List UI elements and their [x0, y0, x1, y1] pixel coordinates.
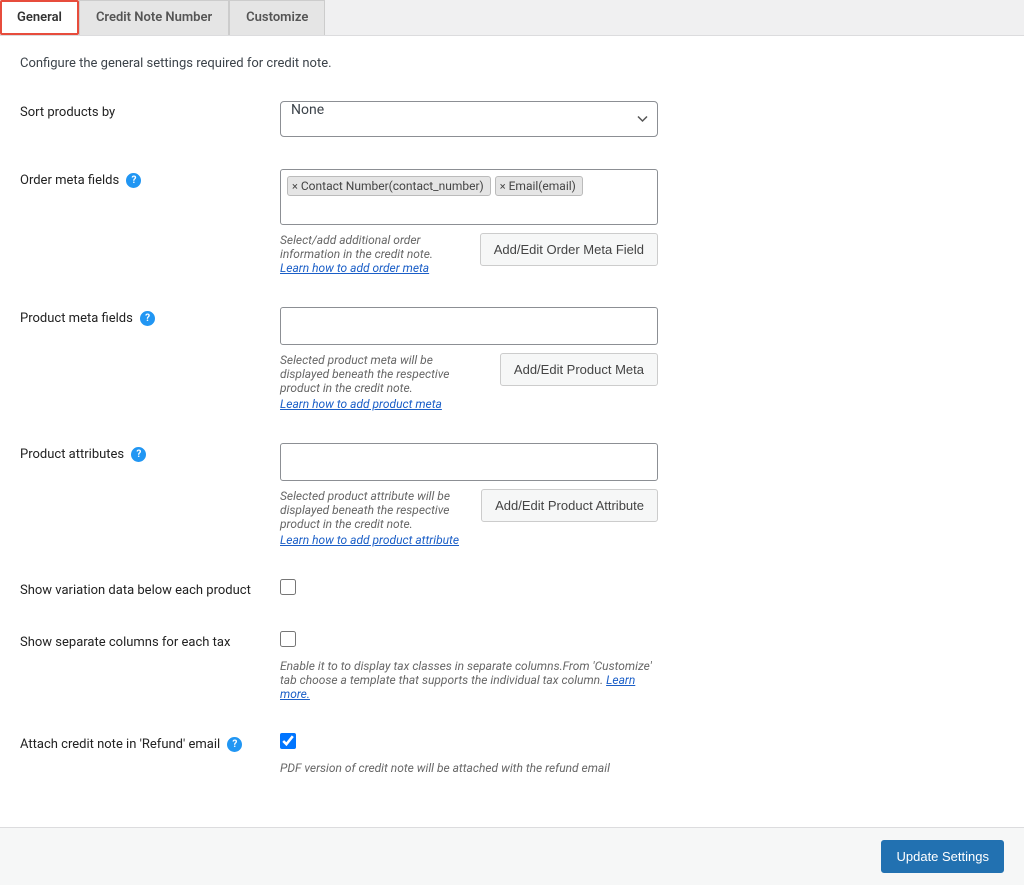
label-order-meta: Order meta fields	[20, 173, 119, 188]
btn-update-settings[interactable]: Update Settings	[881, 840, 1004, 873]
field-product-meta: Product meta fields ? Selected product m…	[20, 307, 1004, 411]
field-tax-columns: Show separate columns for each tax Enabl…	[20, 631, 1004, 701]
label-tax-columns: Show separate columns for each tax	[20, 631, 280, 650]
label-sort-products: Sort products by	[20, 101, 280, 120]
tab-customize[interactable]: Customize	[229, 0, 325, 35]
field-attach-refund: Attach credit note in 'Refund' email ? P…	[20, 733, 1004, 775]
help-icon[interactable]: ?	[227, 737, 242, 752]
tab-general[interactable]: General	[0, 0, 79, 35]
general-panel: Configure the general settings required …	[0, 36, 1024, 827]
btn-add-product-meta[interactable]: Add/Edit Product Meta	[500, 353, 658, 386]
product-attr-tagbox[interactable]	[280, 443, 658, 481]
hint-attach-refund: PDF version of credit note will be attac…	[280, 761, 660, 775]
help-icon[interactable]: ?	[131, 447, 146, 462]
tag-chip: × Contact Number(contact_number)	[287, 176, 491, 196]
chip-label: Email(email)	[509, 179, 576, 193]
field-sort-products: Sort products by None	[20, 101, 1004, 137]
hint-product-attr: Selected product attribute will be displ…	[280, 489, 450, 531]
checkbox-variation-data[interactable]	[280, 579, 296, 595]
footer-bar: Update Settings	[0, 827, 1024, 885]
tag-chip: × Email(email)	[495, 176, 583, 196]
checkbox-tax-columns[interactable]	[280, 631, 296, 647]
help-icon[interactable]: ?	[140, 311, 155, 326]
product-meta-tagbox[interactable]	[280, 307, 658, 345]
btn-add-product-attr[interactable]: Add/Edit Product Attribute	[481, 489, 658, 522]
link-product-attr-learn[interactable]: Learn how to add product attribute	[280, 533, 459, 547]
label-variation-data: Show variation data below each product	[20, 579, 280, 598]
checkbox-attach-refund[interactable]	[280, 733, 296, 749]
label-attach-refund: Attach credit note in 'Refund' email	[20, 737, 220, 752]
hint-product-meta: Selected product meta will be displayed …	[280, 353, 449, 395]
link-order-meta-learn[interactable]: Learn how to add order meta	[280, 261, 429, 275]
help-icon[interactable]: ?	[126, 173, 141, 188]
order-meta-tagbox[interactable]: × Contact Number(contact_number) × Email…	[280, 169, 658, 225]
link-product-meta-learn[interactable]: Learn how to add product meta	[280, 397, 442, 411]
tab-credit-note-number[interactable]: Credit Note Number	[79, 0, 229, 35]
panel-intro: Configure the general settings required …	[20, 56, 1004, 71]
label-product-meta: Product meta fields	[20, 311, 133, 326]
btn-add-order-meta[interactable]: Add/Edit Order Meta Field	[480, 233, 658, 266]
hint-tax-columns: Enable it to to display tax classes in s…	[280, 659, 652, 687]
chip-label: Contact Number(contact_number)	[301, 179, 484, 193]
field-order-meta: Order meta fields ? × Contact Number(con…	[20, 169, 1004, 275]
tabs-bar: General Credit Note Number Customize	[0, 0, 1024, 36]
select-sort-products[interactable]: None	[280, 101, 658, 137]
field-product-attr: Product attributes ? Selected product at…	[20, 443, 1004, 547]
label-product-attr: Product attributes	[20, 447, 124, 462]
field-variation-data: Show variation data below each product	[20, 579, 1004, 599]
hint-order-meta: Select/add additional order information …	[280, 233, 460, 275]
remove-icon[interactable]: ×	[500, 180, 506, 193]
remove-icon[interactable]: ×	[292, 180, 298, 193]
